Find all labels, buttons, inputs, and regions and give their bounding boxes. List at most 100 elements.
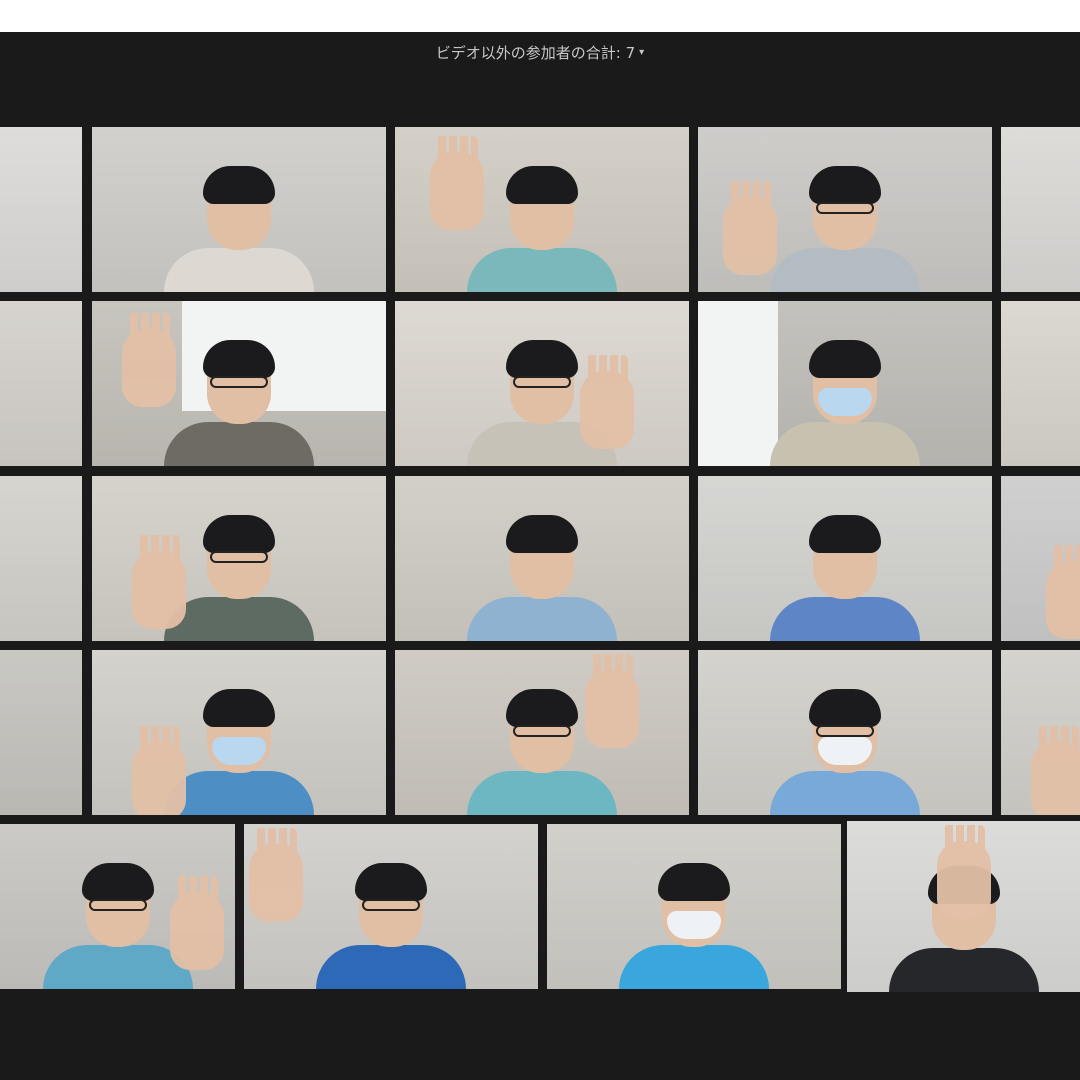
participant-video-tile[interactable] (0, 650, 82, 815)
raised-hand (249, 828, 303, 922)
face-mask (212, 737, 266, 765)
raised-hand (132, 535, 186, 629)
participant-figure (770, 501, 920, 641)
participant-shirt (770, 597, 920, 641)
participant-hair (203, 515, 275, 553)
participant-shirt (770, 771, 920, 815)
video-background (0, 650, 82, 815)
glasses (513, 725, 571, 737)
participant-video-tile[interactable] (92, 650, 386, 815)
participant-video-tile[interactable] (395, 476, 689, 641)
participant-shirt (888, 948, 1039, 992)
participant-video-tile[interactable] (395, 650, 689, 815)
raised-hand (1031, 726, 1080, 815)
participants-count-dropdown[interactable]: ビデオ以外の参加者の合計: 7 ▾ (0, 32, 1080, 72)
participant-video-tile[interactable] (547, 824, 841, 989)
participant-video-tile[interactable] (698, 301, 992, 466)
participant-hair (658, 863, 730, 901)
participant-hair (506, 689, 578, 727)
raised-hand (723, 181, 777, 275)
raised-hand (585, 654, 639, 748)
participant-video-tile[interactable] (0, 301, 82, 466)
participant-shirt (467, 248, 617, 292)
window-light (698, 301, 778, 466)
participant-video-tile[interactable] (1001, 476, 1080, 641)
participant-figure (164, 675, 314, 815)
meeting-footer-area (0, 992, 1080, 1080)
glasses (362, 899, 420, 911)
participant-hair (809, 166, 881, 204)
participant-figure (164, 326, 314, 466)
participant-video-tile[interactable] (0, 824, 235, 989)
participant-shirt (770, 248, 920, 292)
participant-video-tile[interactable] (395, 301, 689, 466)
video-background (0, 127, 82, 292)
video-background (0, 301, 82, 466)
glasses (816, 725, 874, 737)
participant-video-tile[interactable] (395, 127, 689, 292)
participant-hair (81, 863, 154, 901)
glasses (816, 202, 874, 214)
raised-hand (170, 876, 224, 970)
caret-down-icon[interactable]: ▾ (639, 47, 644, 58)
participant-shirt (619, 945, 769, 989)
participant-figure (467, 501, 617, 641)
participant-hair (203, 166, 275, 204)
participant-video-tile[interactable] (0, 476, 82, 641)
participant-shirt (467, 597, 617, 641)
video-background (1001, 301, 1080, 466)
participant-shirt (164, 771, 314, 815)
participant-figure (770, 675, 920, 815)
raised-hand (122, 313, 176, 407)
face-mask (818, 737, 872, 765)
participant-video-tile[interactable] (698, 650, 992, 815)
participant-figure (770, 152, 920, 292)
participant-shirt (164, 248, 314, 292)
participant-hair (203, 689, 275, 727)
face-mask (667, 911, 721, 939)
participant-figure (164, 152, 314, 292)
active-speaker-video-tile[interactable] (847, 821, 1080, 992)
participant-video-tile[interactable] (1001, 650, 1080, 815)
participant-hair (506, 166, 578, 204)
participants-count-label: ビデオ以外の参加者の合計: 7 (435, 43, 636, 62)
participant-shirt (316, 945, 466, 989)
participant-figure (467, 152, 617, 292)
participant-video-tile[interactable] (698, 127, 992, 292)
glasses (210, 551, 268, 563)
participant-shirt (164, 422, 314, 466)
participant-shirt (770, 422, 920, 466)
video-background (0, 476, 82, 641)
participant-hair (809, 340, 881, 378)
participant-video-tile[interactable] (0, 127, 82, 292)
participant-figure (619, 849, 769, 989)
glasses (210, 376, 268, 388)
participant-hair (809, 515, 881, 553)
raised-hand (580, 355, 634, 449)
raised-hand (132, 726, 186, 815)
participant-figure (316, 849, 466, 989)
participant-shirt (164, 597, 314, 641)
participant-video-tile[interactable] (698, 476, 992, 641)
raised-hand (430, 136, 484, 230)
video-background (1001, 127, 1080, 292)
zoom-meeting-window: ビデオ以外の参加者の合計: 7 ▾ (0, 32, 1080, 1080)
participant-hair (355, 863, 427, 901)
participant-figure (770, 326, 920, 466)
participant-hair (506, 340, 578, 378)
participant-figure (164, 501, 314, 641)
glasses (88, 899, 147, 911)
participant-video-tile[interactable] (1001, 301, 1080, 466)
raised-hand (1046, 545, 1080, 639)
participant-shirt (467, 771, 617, 815)
participant-hair (809, 689, 881, 727)
participant-video-tile[interactable] (92, 476, 386, 641)
participant-video-tile[interactable] (244, 824, 538, 989)
face-mask (818, 388, 872, 416)
participant-video-tile[interactable] (1001, 127, 1080, 292)
participant-hair (506, 515, 578, 553)
participant-video-tile[interactable] (92, 127, 386, 292)
participant-video-tile[interactable] (92, 301, 386, 466)
glasses (513, 376, 571, 388)
raised-hand (937, 825, 991, 919)
